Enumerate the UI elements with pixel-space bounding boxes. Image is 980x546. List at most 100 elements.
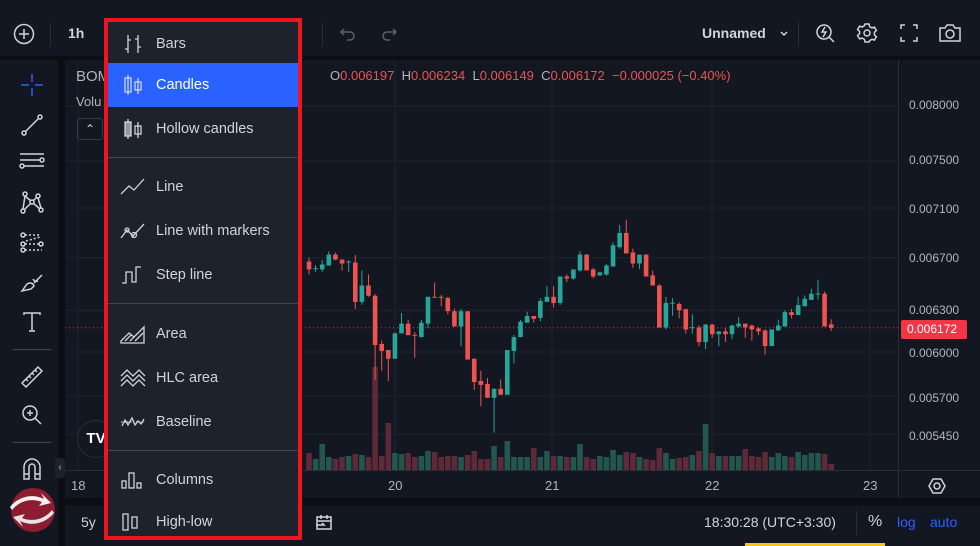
screenshot-camera-icon[interactable] <box>937 21 963 45</box>
candle-body <box>716 331 722 335</box>
volume-bar <box>722 456 729 470</box>
crosshair-icon[interactable] <box>19 72 45 98</box>
volume-bar <box>801 455 808 470</box>
volume-bar <box>570 457 577 470</box>
baseline-icon <box>121 416 145 427</box>
candle-body <box>452 311 457 327</box>
clock-timezone[interactable]: 18:30:28 (UTC+3:30) <box>704 514 836 530</box>
candle-body <box>432 296 437 298</box>
volume-bar <box>431 452 438 470</box>
menu-item-step-line[interactable]: Step line <box>108 253 298 297</box>
menu-item-area[interactable]: Area <box>108 312 298 356</box>
volume-bar <box>411 457 418 470</box>
settings-gear-icon[interactable] <box>855 21 879 45</box>
candle-body <box>769 329 774 347</box>
candle-body <box>498 388 503 395</box>
trend-line-icon[interactable] <box>19 112 45 138</box>
candle-body <box>822 293 827 327</box>
ruler-measure-icon[interactable] <box>19 364 45 390</box>
price-tick: 0.006300 <box>909 303 960 317</box>
chevron-down-icon[interactable] <box>778 28 790 40</box>
candle-body <box>438 296 444 298</box>
menu-item-line-with-markers[interactable]: Line with markers <box>108 209 298 253</box>
time-tick: 18 <box>71 478 86 493</box>
volume-bar <box>478 459 484 470</box>
menu-item-bars[interactable]: Bars <box>108 22 298 66</box>
price-axis[interactable]: 0.008000 0.007500 0.007100 0.006700 0.00… <box>898 60 980 498</box>
volume-legend[interactable]: Volu <box>76 94 101 109</box>
candle-body <box>663 302 669 328</box>
volume-bar <box>352 454 359 470</box>
interval-button[interactable]: 1h <box>68 25 84 41</box>
log-toggle[interactable]: log <box>897 514 916 530</box>
collapse-legend-button[interactable]: ⌃ <box>77 118 103 140</box>
volume-bar <box>735 456 742 470</box>
candle-body <box>339 259 345 264</box>
fullscreen-icon[interactable] <box>898 22 920 44</box>
menu-item-hlc-area[interactable]: HLC area <box>108 356 298 400</box>
text-tool-icon[interactable] <box>19 309 45 335</box>
volume-bar <box>557 456 563 470</box>
date-range-icon[interactable] <box>313 511 335 533</box>
candle-body <box>676 304 682 311</box>
volume-bar <box>689 455 696 470</box>
quick-search-icon[interactable] <box>813 20 839 46</box>
price-tick: 0.008000 <box>909 98 960 112</box>
horizontal-lines-icon[interactable] <box>18 150 46 176</box>
volume-bar <box>445 456 451 470</box>
candle-body <box>789 312 794 316</box>
line-icon <box>120 178 145 195</box>
volume-bar <box>669 459 676 470</box>
menu-item-label: Columns <box>156 472 214 488</box>
candle-body <box>518 321 523 338</box>
volume-bar <box>365 457 372 470</box>
candle-body <box>306 261 312 270</box>
zoom-in-icon[interactable] <box>19 402 45 428</box>
axis-settings-icon[interactable] <box>927 476 947 496</box>
percent-toggle[interactable]: % <box>868 513 882 531</box>
candle-body <box>756 328 761 332</box>
time-tick: 20 <box>388 478 403 493</box>
time-tick: 21 <box>545 478 560 493</box>
menu-item-hollow-candles[interactable]: Hollow candles <box>108 107 298 151</box>
volume-bar <box>530 448 537 470</box>
candle-body <box>742 323 748 328</box>
volume-bar <box>788 457 795 470</box>
undo-icon[interactable] <box>338 24 358 44</box>
redo-icon[interactable] <box>379 24 399 44</box>
ohlc-legend: O0.006197 H0.006234 L0.006149 C0.006172 … <box>330 68 731 83</box>
volume-bar <box>702 424 709 470</box>
candle-body <box>696 327 702 343</box>
fib-retracement-icon[interactable] <box>19 230 45 256</box>
low-value: 0.006149 <box>479 68 534 83</box>
drawing-toolbar <box>0 60 58 546</box>
menu-item-baseline[interactable]: Baseline <box>108 400 298 444</box>
collapse-toolbar-icon[interactable]: ‹ <box>55 458 65 478</box>
menu-item-columns[interactable]: Columns <box>108 458 298 502</box>
candle-body <box>577 254 583 271</box>
brush-icon[interactable] <box>19 270 45 296</box>
volume-bar <box>577 444 583 470</box>
time-tick: 22 <box>705 478 720 493</box>
volume-bar <box>312 459 319 470</box>
layout-name[interactable]: Unnamed <box>702 25 766 41</box>
magnet-icon[interactable] <box>19 456 45 482</box>
auto-toggle[interactable]: auto <box>930 514 957 530</box>
menu-item-line[interactable]: Line <box>108 165 298 209</box>
volume-bar <box>716 456 722 470</box>
menu-item-candles[interactable]: Candles <box>108 63 298 107</box>
volume-bar <box>484 459 491 470</box>
candle-body <box>828 324 834 328</box>
volume-bar <box>649 460 656 470</box>
range-5y-button[interactable]: 5y <box>81 514 96 530</box>
high-low-icon <box>122 513 138 531</box>
pattern-icon[interactable] <box>19 190 45 216</box>
volume-bar <box>319 444 326 470</box>
menu-item-label: Area <box>156 326 187 342</box>
menu-item-high-low[interactable]: High-low <box>108 500 298 544</box>
add-symbol-icon[interactable] <box>12 22 36 46</box>
candle-body <box>802 298 808 307</box>
volume-bar <box>821 454 828 470</box>
bars-icon <box>125 35 141 53</box>
chart-type-menu: Bars Candles Hollow candles Line Line wi… <box>104 18 302 540</box>
